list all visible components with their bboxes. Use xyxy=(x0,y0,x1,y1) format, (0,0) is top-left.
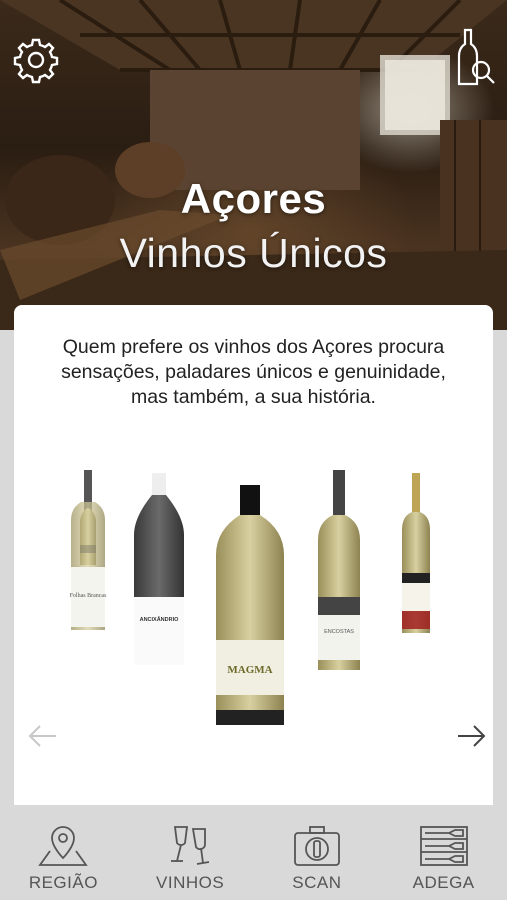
page-subtitle: Vinhos Únicos xyxy=(119,230,388,276)
wine-bottle-2[interactable]: ANCIXÂNDRIO xyxy=(134,473,184,665)
content-card: Quem prefere os vinhos dos Açores procur… xyxy=(14,305,493,805)
tab-scan[interactable]: SCAN xyxy=(254,805,381,900)
wine-bottle-3[interactable]: MAGMA xyxy=(216,485,284,725)
wine-bottle-1[interactable]: Folhas Brancas xyxy=(70,470,107,630)
wine-carousel[interactable]: Folhas Brancas ANCIXÂNDRIO MAGMA ENCOSTA… xyxy=(14,305,493,805)
bottle-label-4: ENCOSTAS xyxy=(324,629,354,635)
tab-regiao[interactable]: REGIÃO xyxy=(0,805,127,900)
gear-icon[interactable] xyxy=(12,36,60,84)
tab-regiao-label: REGIÃO xyxy=(28,873,98,892)
arrow-left-icon[interactable] xyxy=(26,719,60,753)
bottle-label-3: MAGMA xyxy=(227,664,272,676)
tab-adega-label: ADEGA xyxy=(412,873,475,892)
tab-vinhos[interactable]: VINHOS xyxy=(127,805,254,900)
map-pin-icon xyxy=(38,826,89,866)
wine-rack-icon xyxy=(419,826,468,866)
page-title: Açores xyxy=(180,175,327,222)
tab-adega[interactable]: ADEGA xyxy=(380,805,507,900)
tab-vinhos-label: VINHOS xyxy=(156,873,225,892)
camera-icon xyxy=(293,826,340,866)
hero-banner: Açores Vinhos Únicos xyxy=(0,0,507,330)
wine-glasses-icon xyxy=(171,826,210,865)
arrow-right-icon[interactable] xyxy=(454,719,488,753)
cellar-photo xyxy=(0,0,507,330)
tab-scan-label: SCAN xyxy=(292,873,342,892)
bottle-label-2: ANCIXÂNDRIO xyxy=(140,616,180,623)
bottle-label-1: Folhas Brancas xyxy=(70,593,107,599)
wine-bottle-4[interactable]: ENCOSTAS xyxy=(318,470,360,670)
bottom-tab-bar: REGIÃO VINHOS SCAN ADEGA xyxy=(0,805,507,900)
bottle-search-icon[interactable] xyxy=(455,28,497,88)
wine-bottle-5[interactable] xyxy=(402,473,430,633)
